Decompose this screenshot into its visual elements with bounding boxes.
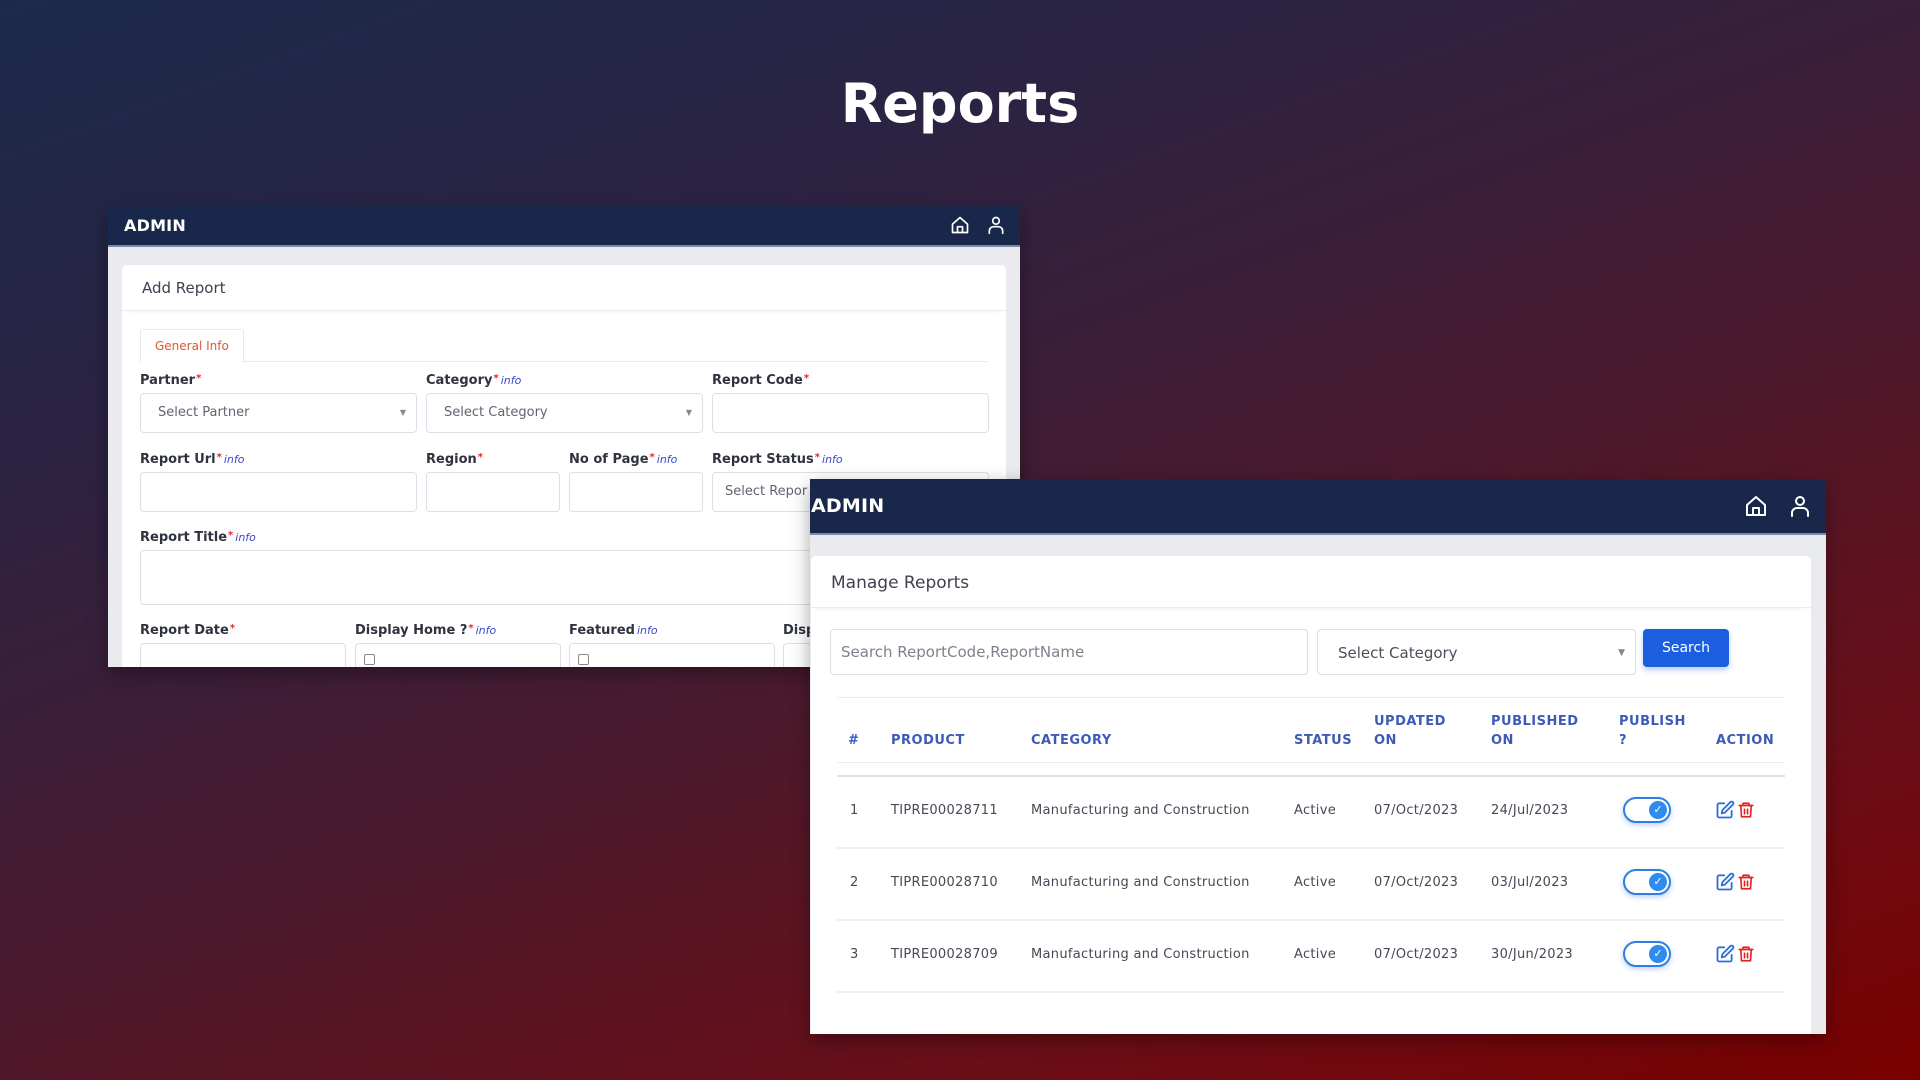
tab-general-info[interactable]: General Info [140,329,244,363]
publish-toggle[interactable]: ✓ [1623,941,1671,967]
partner-select[interactable]: Select Partner ▼ [140,393,417,433]
row-num: 2 [850,875,859,890]
admin-topbar: ADMIN [810,479,1826,535]
trash-icon[interactable] [1737,944,1755,968]
col-updated-on[interactable]: UPDATED ON [1374,712,1446,750]
product-code[interactable]: TIPRE00028710 [891,875,998,890]
report-code-input[interactable] [712,393,989,433]
col-publish[interactable]: PUBLISH? [1619,712,1686,750]
product-code[interactable]: TIPRE00028709 [891,947,998,962]
status-cell: Active [1294,875,1337,890]
report-status-label: Report Status* info [712,452,843,467]
chevron-down-icon: ▼ [399,408,406,417]
edit-icon[interactable] [1715,800,1735,824]
report-url-input[interactable] [140,472,417,512]
region-input[interactable] [426,472,560,512]
published-on-cell: 30/Jun/2023 [1491,947,1573,962]
report-date-label: Report Date* [140,623,236,638]
home-icon[interactable] [950,215,970,235]
trash-icon[interactable] [1737,800,1755,824]
featured-checkbox[interactable] [578,654,589,665]
report-date-input[interactable] [140,643,346,667]
region-label: Region* [426,452,484,467]
no-of-page-label: No of Page* info [569,452,678,467]
report-code-label: Report Code* [712,373,810,388]
table-row: 2 TIPRE00028710 Manufacturing and Constr… [837,849,1785,921]
no-of-page-input[interactable] [569,472,703,512]
edit-icon[interactable] [1715,872,1735,896]
info-link[interactable]: info [224,453,245,466]
updated-on-cell: 07/Oct/2023 [1374,875,1459,890]
report-title-label: Report Title* info [140,530,256,545]
report-url-label: Report Url* info [140,452,245,467]
publish-toggle[interactable]: ✓ [1623,869,1671,895]
partner-label: Partner* [140,373,202,388]
category-cell: Manufacturing and Construction [1031,803,1250,818]
header-divider [837,763,1785,777]
status-cell: Active [1294,947,1337,962]
card-title: Manage Reports [811,556,1811,608]
manage-reports-window: ADMIN Manage Reports Search ReportCode,R… [810,479,1826,1034]
check-icon: ✓ [1649,801,1667,819]
info-link[interactable]: info [235,531,256,544]
card-title: Add Report [122,265,1006,311]
category-filter-select[interactable]: Select Category ▼ [1317,629,1636,675]
row-num: 3 [850,947,859,962]
info-link[interactable]: info [822,453,843,466]
display-home-field [355,643,561,667]
category-label: Category* info [426,373,522,388]
chevron-down-icon: ▼ [685,408,692,417]
col-category[interactable]: CATEGORY [1031,731,1112,750]
home-icon[interactable] [1744,494,1768,518]
category-cell: Manufacturing and Construction [1031,947,1250,962]
trash-icon[interactable] [1737,872,1755,896]
col-status[interactable]: STATUS [1294,731,1352,750]
col-product[interactable]: PRODUCT [891,731,965,750]
updated-on-cell: 07/Oct/2023 [1374,803,1459,818]
featured-field [569,643,775,667]
chevron-down-icon: ▼ [1618,648,1625,658]
published-on-cell: 24/Jul/2023 [1491,803,1569,818]
search-button[interactable]: Search [1643,629,1729,667]
info-link[interactable]: info [657,453,678,466]
admin-brand[interactable]: ADMIN [811,495,884,517]
col-published-on[interactable]: PUBLISHED ON [1491,712,1579,750]
updated-on-cell: 07/Oct/2023 [1374,947,1459,962]
status-cell: Active [1294,803,1337,818]
col-action: ACTION [1716,733,1775,748]
table-row: 1 TIPRE00028711 Manufacturing and Constr… [837,777,1785,849]
admin-brand[interactable]: ADMIN [124,216,186,235]
info-link[interactable]: info [476,624,497,637]
category-select[interactable]: Select Category ▼ [426,393,703,433]
row-num: 1 [850,803,859,818]
info-link[interactable]: info [501,374,522,387]
edit-icon[interactable] [1715,944,1735,968]
published-on-cell: 03/Jul/2023 [1491,875,1569,890]
user-icon[interactable] [1788,494,1812,518]
table-header: # PRODUCT CATEGORY STATUS UPDATED ON PUBL… [837,697,1785,763]
display-home-label: Display Home ?* info [355,623,497,638]
manage-reports-card: Manage Reports Search ReportCode,ReportN… [811,556,1811,1034]
user-icon[interactable] [986,215,1006,235]
info-link[interactable]: info [637,624,658,637]
tab-bar: General Info [140,329,988,363]
search-input[interactable]: Search ReportCode,ReportName [830,629,1308,675]
reports-table: # PRODUCT CATEGORY STATUS UPDATED ON PUBL… [837,697,1785,993]
product-code[interactable]: TIPRE00028711 [891,803,998,818]
publish-toggle[interactable]: ✓ [1623,797,1671,823]
page-title: Reports [840,72,1080,135]
admin-topbar: ADMIN [108,205,1020,247]
display-home-checkbox[interactable] [364,654,375,665]
check-icon: ✓ [1649,873,1667,891]
check-icon: ✓ [1649,945,1667,963]
table-row: 3 TIPRE00028709 Manufacturing and Constr… [837,921,1785,993]
category-cell: Manufacturing and Construction [1031,875,1250,890]
col-num[interactable]: # [848,731,859,750]
featured-label: Featured info [569,623,658,638]
